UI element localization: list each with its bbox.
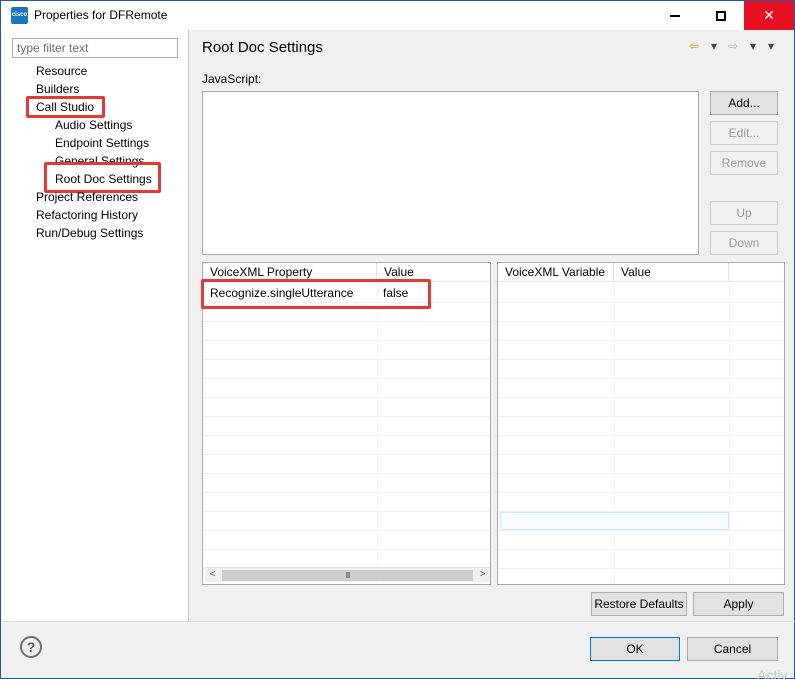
restore-defaults-button[interactable]: Restore Defaults <box>591 592 687 616</box>
back-menu-icon[interactable]: ▾ <box>711 39 717 53</box>
filter-input[interactable] <box>12 38 178 58</box>
row-divider <box>203 511 490 512</box>
row-divider <box>203 359 490 360</box>
row-divider <box>203 416 490 417</box>
up-button[interactable]: Up <box>710 201 778 225</box>
row-divider <box>498 435 784 436</box>
minimize-icon <box>670 15 680 18</box>
row-divider <box>203 397 490 398</box>
row-divider <box>203 378 490 379</box>
edit-button[interactable]: Edit... <box>710 121 778 145</box>
remove-button[interactable]: Remove <box>710 151 778 175</box>
row-divider <box>203 473 490 474</box>
help-icon[interactable]: ? <box>20 636 42 658</box>
page-title: Root Doc Settings <box>202 39 323 56</box>
row-divider <box>498 492 784 493</box>
row-divider <box>203 435 490 436</box>
ok-button[interactable]: OK <box>590 637 680 661</box>
close-button[interactable]: ✕ <box>744 1 794 30</box>
view-menu-icon[interactable]: ▾ <box>768 39 774 53</box>
tree-item-builders[interactable]: Builders <box>36 81 79 97</box>
row-divider <box>203 530 490 531</box>
forward-menu-icon[interactable]: ▾ <box>750 39 756 53</box>
row-divider <box>498 340 784 341</box>
row-divider <box>498 454 784 455</box>
javascript-label: JavaScript: <box>202 72 262 86</box>
row-divider <box>498 473 784 474</box>
table-header: VoiceXML Variable Value <box>498 263 784 282</box>
row-divider <box>498 530 784 531</box>
maximize-icon <box>716 11 726 22</box>
table-body <box>498 283 784 584</box>
window-title: Properties for DFRemote <box>34 8 168 22</box>
tree-item-refactoring-history[interactable]: Refactoring History <box>36 207 138 223</box>
title-bar[interactable]: cisco Properties for DFRemote ✕ <box>1 1 794 30</box>
column-divider <box>377 283 378 584</box>
add-button[interactable]: Add... <box>710 91 778 115</box>
voicexml-property-table[interactable]: VoiceXML Property Value Recognize.single… <box>202 262 491 585</box>
scroll-left-icon[interactable]: < <box>205 568 220 583</box>
row-divider <box>203 492 490 493</box>
column-divider <box>729 283 730 584</box>
activation-watermark: Activ <box>757 667 788 679</box>
tree-item-run-debug-settings[interactable]: Run/Debug Settings <box>36 225 143 241</box>
apply-button[interactable]: Apply <box>693 592 784 616</box>
tree-item-call-studio[interactable]: Call Studio <box>36 99 94 115</box>
page-navigation: ⇦ ▾ ⇨ ▾ ▾ <box>689 39 785 57</box>
property-page-tree: Resource Builders Call Studio Audio Sett… <box>2 30 189 621</box>
javascript-list[interactable] <box>202 91 699 255</box>
row-divider <box>498 397 784 398</box>
cisco-logo-icon: cisco <box>11 7 28 24</box>
column-divider <box>614 283 615 584</box>
table-row[interactable] <box>500 512 729 530</box>
row-divider <box>203 454 490 455</box>
column-header-variable[interactable]: VoiceXML Variable <box>498 263 614 282</box>
row-divider <box>498 321 784 322</box>
down-button[interactable]: Down <box>710 231 778 255</box>
row-divider <box>498 549 784 550</box>
back-arrow-icon[interactable]: ⇦ <box>689 39 699 53</box>
tree-item-audio-settings[interactable]: Audio Settings <box>55 117 132 133</box>
row-divider <box>203 321 490 322</box>
forward-arrow-icon[interactable]: ⇨ <box>728 39 738 53</box>
row-divider <box>498 359 784 360</box>
voicexml-variable-table[interactable]: VoiceXML Variable Value <box>497 262 785 585</box>
tree-item-resource[interactable]: Resource <box>36 63 87 79</box>
row-divider <box>498 568 784 569</box>
cancel-button[interactable]: Cancel <box>687 637 778 661</box>
row-divider <box>498 302 784 303</box>
column-header-value[interactable]: Value <box>614 263 729 282</box>
maximize-button[interactable] <box>698 1 744 30</box>
scroll-right-icon[interactable]: > <box>475 568 490 583</box>
row-divider <box>203 340 490 341</box>
property-row-highlight <box>201 279 431 309</box>
tree-item-project-references[interactable]: Project References <box>36 189 138 205</box>
row-divider <box>498 416 784 417</box>
table-body: Recognize.singleUtterance false <box>203 283 490 584</box>
horizontal-scrollbar[interactable]: < III > <box>205 567 490 582</box>
row-divider <box>498 378 784 379</box>
row-divider <box>203 549 490 550</box>
scrollbar-thumb[interactable]: III <box>222 570 473 581</box>
close-icon: ✕ <box>763 7 775 23</box>
footer-divider <box>2 621 795 622</box>
tree-item-endpoint-settings[interactable]: Endpoint Settings <box>55 135 149 151</box>
minimize-button[interactable] <box>652 1 698 30</box>
properties-dialog: cisco Properties for DFRemote ✕ Resource… <box>0 0 795 679</box>
